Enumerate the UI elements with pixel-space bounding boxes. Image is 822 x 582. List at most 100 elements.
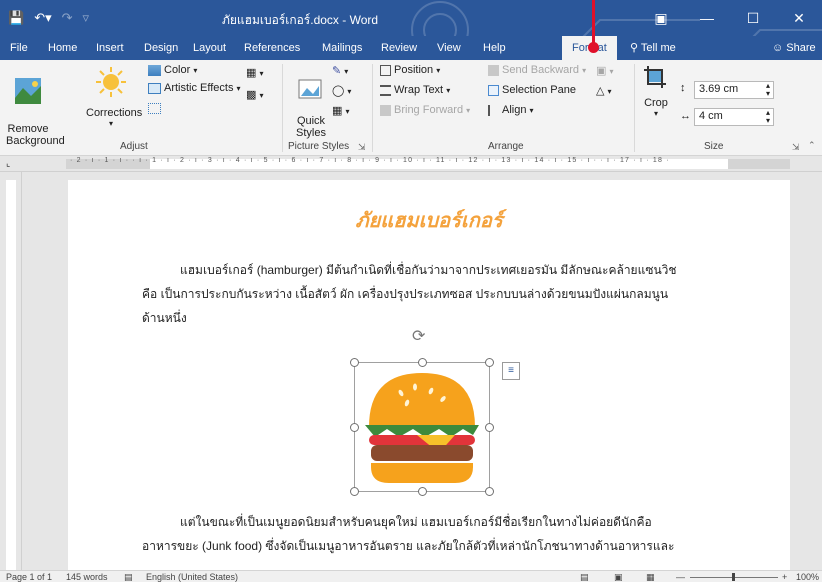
close-icon[interactable]: ✕ <box>776 0 822 36</box>
transparency-button[interactable] <box>148 102 164 114</box>
picture-layout-button[interactable]: ▦ ▾ <box>332 104 349 117</box>
remove-background-icon <box>15 78 41 104</box>
pointer-line <box>592 0 595 45</box>
zoom-slider-thumb[interactable] <box>732 573 735 581</box>
chevron-down-icon: ▾ <box>446 86 451 95</box>
tab-review[interactable]: Review <box>381 36 417 60</box>
layout-options-icon[interactable]: ≡ <box>502 362 520 380</box>
ruler-ticks: · 2 · ı · 1 · ı · · ı · 1 · ı · 2 · ı · … <box>70 157 670 164</box>
tab-file[interactable]: File <box>10 36 28 60</box>
spinner-icon[interactable]: ▴ ▾ <box>766 82 770 98</box>
bring-forward-button[interactable]: Bring Forward ▾ <box>380 104 470 116</box>
tab-view[interactable]: View <box>437 36 461 60</box>
minimize-icon[interactable]: — <box>684 0 730 36</box>
resize-handle-top[interactable] <box>418 358 427 367</box>
spinner-icon[interactable]: ▴ ▾ <box>766 109 770 125</box>
align-label: Align <box>502 104 527 116</box>
artistic-effects-button[interactable]: Artistic Effects ▾ <box>148 82 241 94</box>
crop-button[interactable]: Crop ▾ <box>642 66 670 118</box>
proofing-icon[interactable]: ▤ <box>124 571 133 582</box>
lightbulb-icon: ⚲ <box>630 42 639 54</box>
artistic-effects-label: Artistic Effects <box>164 82 234 94</box>
align-button[interactable]: Align ▾ <box>488 104 534 116</box>
chevron-down-icon: ▾ <box>259 69 264 78</box>
zoom-out-icon[interactable]: — <box>676 571 685 582</box>
position-button[interactable]: Position ▾ <box>380 64 440 76</box>
chevron-down-icon: ▾ <box>582 66 587 75</box>
tab-references[interactable]: References <box>244 36 300 60</box>
status-bar: Page 1 of 1 145 words ▤ English (United … <box>0 570 822 582</box>
print-layout-icon[interactable]: ▣ <box>614 571 623 582</box>
shape-width-input[interactable]: 4 cm ▴ ▾ <box>694 108 774 126</box>
document-title: ภัยแฮมเบอร์เกอร์.docx - Word <box>221 13 379 27</box>
paragraph-1-line-3: ด้านหนึ่ง <box>142 311 187 325</box>
picture-border-button[interactable]: ✎ ▾ <box>332 64 348 77</box>
web-layout-icon[interactable]: ▦ <box>646 571 655 582</box>
group-icon: ▣ <box>596 65 607 77</box>
resize-handle-left[interactable] <box>350 423 359 432</box>
compress-pictures-button[interactable]: ▦ ▾ <box>246 66 263 79</box>
ribbon-display-icon[interactable]: ▣ <box>638 0 684 36</box>
rotate-icon: △ <box>596 85 605 97</box>
collapse-ribbon-icon[interactable]: ⌃ <box>808 140 816 151</box>
resize-handle-bottom[interactable] <box>418 487 427 496</box>
change-picture-button[interactable]: ▩ ▾ <box>246 88 263 101</box>
pointer-dot <box>588 42 599 53</box>
vertical-ruler-track <box>6 180 16 570</box>
resize-handle-right[interactable] <box>485 423 494 432</box>
color-button[interactable]: Color ▾ <box>148 64 197 76</box>
group-objects-button[interactable]: ▣ ▾ <box>596 64 613 77</box>
horizontal-ruler[interactable]: ⌞ · 2 · ı · 1 · ı · · ı · 1 · ı · 2 · ı … <box>0 156 822 172</box>
wrap-text-icon <box>380 84 391 96</box>
tab-layout[interactable]: Layout <box>193 36 226 60</box>
shape-height-input[interactable]: 3.69 cm ▴ ▾ <box>694 81 774 99</box>
paragraph-2-line-2: อาหารขยะ (Junk food) ซึ่งจัดเป็นเมนูอาหา… <box>142 539 675 553</box>
tab-insert[interactable]: Insert <box>96 36 124 60</box>
tab-mailings[interactable]: Mailings <box>322 36 362 60</box>
rotate-objects-button[interactable]: △ ▾ <box>596 84 612 97</box>
document-page[interactable]: ภัยแฮมเบอร์เกอร์ แฮมเบอร์เกอร์ (hamburge… <box>68 180 790 570</box>
quick-styles-button[interactable]: Quick Styles <box>290 66 332 151</box>
language[interactable]: English (United States) <box>146 571 238 582</box>
adjust-group-label: Adjust <box>120 141 148 152</box>
chevron-down-icon: ▾ <box>259 91 264 100</box>
selected-picture[interactable] <box>350 358 494 496</box>
tab-help[interactable]: Help <box>483 36 506 60</box>
shape-width-value: 4 cm <box>699 110 723 122</box>
vertical-ruler[interactable] <box>0 172 22 570</box>
tab-selector-icon[interactable]: ⌞ <box>6 158 10 169</box>
tab-design[interactable]: Design <box>144 36 178 60</box>
paragraph-1-line-2: คือ เป็นการประกบกันระหว่าง เนื้อสัตว์ ผั… <box>142 287 669 301</box>
resize-handle-top-left[interactable] <box>350 358 359 367</box>
tab-home[interactable]: Home <box>48 36 77 60</box>
tell-me-search[interactable]: ⚲ Tell me <box>630 36 676 60</box>
corrections-button[interactable]: Corrections ▾ <box>86 66 142 128</box>
maximize-icon[interactable]: ☐ <box>730 0 776 36</box>
chevron-down-icon: ▾ <box>436 66 441 75</box>
rotate-handle-icon[interactable]: ⟳ <box>412 326 425 346</box>
artistic-effects-icon <box>148 82 161 94</box>
dialog-launcher-icon[interactable]: ⇲ <box>358 142 366 153</box>
wrap-text-button[interactable]: Wrap Text ▾ <box>380 84 450 96</box>
resize-handle-bottom-right[interactable] <box>485 487 494 496</box>
share-button[interactable]: ☺ Share <box>772 36 816 60</box>
picture-effects-button[interactable]: ◯ ▾ <box>332 84 351 97</box>
read-mode-icon[interactable]: ▤ <box>580 571 589 582</box>
resize-handle-top-right[interactable] <box>485 358 494 367</box>
quick-styles-label: Quick Styles <box>296 115 326 139</box>
remove-background-button[interactable]: Remove Background <box>6 64 65 159</box>
zoom-in-icon[interactable]: + <box>782 571 787 582</box>
page-count[interactable]: Page 1 of 1 <box>6 571 52 582</box>
position-icon <box>380 64 391 76</box>
dialog-launcher-icon[interactable]: ⇲ <box>792 142 800 153</box>
change-picture-icon: ▩ <box>246 89 257 101</box>
resize-handle-bottom-left[interactable] <box>350 487 359 496</box>
word-count[interactable]: 145 words <box>66 571 108 582</box>
effects-icon: ◯ <box>332 85 345 97</box>
send-backward-button[interactable]: Send Backward ▾ <box>488 64 586 76</box>
window-controls: ▣ — ☐ ✕ <box>638 0 822 36</box>
send-backward-icon <box>488 64 499 76</box>
zoom-level[interactable]: 100% <box>796 571 819 582</box>
selection-pane-button[interactable]: Selection Pane <box>488 84 576 96</box>
wrap-text-label: Wrap Text <box>394 84 444 96</box>
